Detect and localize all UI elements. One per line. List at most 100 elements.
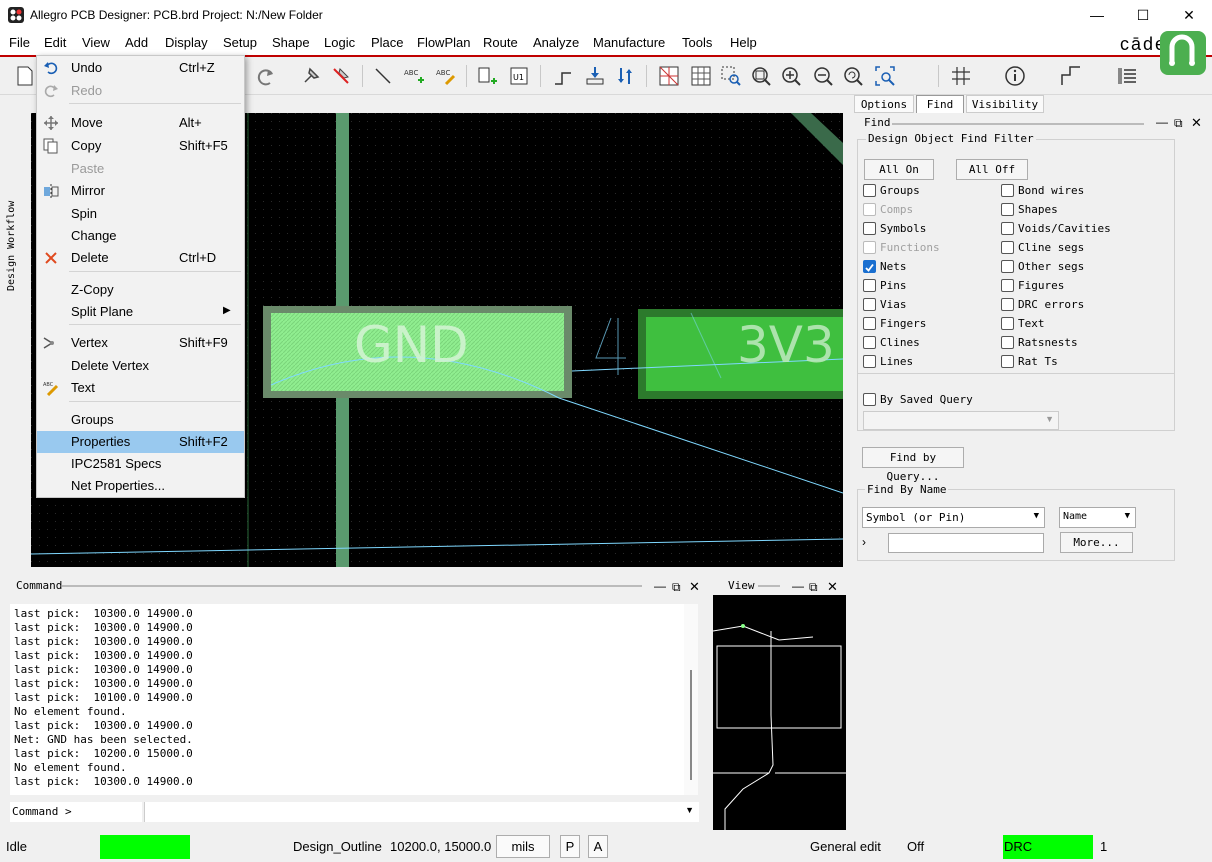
edit-menu-item-split-plane[interactable]: Split Plane ▶ bbox=[37, 301, 244, 323]
info-icon[interactable] bbox=[1002, 63, 1028, 89]
saved-query-checkbox[interactable] bbox=[863, 393, 876, 406]
panel-close-icon[interactable]: ✕ bbox=[827, 579, 838, 595]
menu-help[interactable]: Help bbox=[730, 35, 757, 50]
find-left-checkbox-fingers[interactable] bbox=[863, 317, 876, 330]
minimize-button[interactable]: — bbox=[1074, 0, 1120, 31]
command-input[interactable]: ▼ bbox=[144, 802, 699, 822]
menu-place[interactable]: Place bbox=[371, 35, 404, 50]
menu-display[interactable]: Display bbox=[165, 35, 208, 50]
unpin-icon[interactable] bbox=[328, 63, 354, 89]
edit-menu-item-vertex[interactable]: Vertex Shift+F9 bbox=[37, 332, 244, 354]
zoom-fit-icon[interactable] bbox=[748, 63, 774, 89]
saved-query-dropdown[interactable]: ▼ bbox=[863, 411, 1059, 430]
find-by-query-button[interactable]: Find by Query... bbox=[862, 447, 964, 483]
redo-toolbar-icon[interactable] bbox=[254, 63, 280, 89]
menu-analyze[interactable]: Analyze bbox=[533, 35, 579, 50]
find-left-checkbox-lines[interactable] bbox=[863, 355, 876, 368]
menu-logic[interactable]: Logic bbox=[324, 35, 355, 50]
drc-indicator[interactable]: DRC bbox=[1003, 835, 1093, 859]
menu-shape[interactable]: Shape bbox=[272, 35, 310, 50]
edit-menu-item-groups[interactable]: Groups bbox=[37, 409, 244, 431]
add-text-icon[interactable]: ABC bbox=[402, 63, 428, 89]
find-right-checkbox-rat-ts[interactable] bbox=[1001, 355, 1014, 368]
menu-tools[interactable]: Tools bbox=[682, 35, 712, 50]
place-component-icon[interactable] bbox=[474, 63, 500, 89]
add-connect-icon[interactable] bbox=[550, 63, 576, 89]
all-on-button[interactable]: All On bbox=[864, 159, 934, 180]
panel-minimize-icon[interactable]: — bbox=[792, 579, 804, 593]
edit-menu-item-undo[interactable]: Undo Ctrl+Z bbox=[37, 57, 244, 79]
edit-menu-item-delete-vertex[interactable]: Delete Vertex bbox=[37, 355, 244, 377]
world-view-map[interactable] bbox=[712, 595, 846, 830]
menu-route[interactable]: Route bbox=[483, 35, 518, 50]
zoom-in-icon[interactable] bbox=[778, 63, 804, 89]
edit-menu-item-ipc2581-specs[interactable]: IPC2581 Specs bbox=[37, 453, 244, 475]
close-button[interactable]: ✕ bbox=[1166, 0, 1212, 31]
tab-options[interactable]: Options bbox=[854, 95, 914, 113]
grid-toggle-icon[interactable] bbox=[948, 63, 974, 89]
zoom-out-icon[interactable] bbox=[810, 63, 836, 89]
name-input[interactable] bbox=[888, 533, 1044, 553]
command-scrollbar[interactable] bbox=[684, 604, 698, 795]
p-button[interactable]: P bbox=[560, 835, 580, 858]
edit-menu-item-text[interactable]: ABC Text bbox=[37, 377, 244, 399]
find-left-checkbox-pins[interactable] bbox=[863, 279, 876, 292]
find-right-checkbox-figures[interactable] bbox=[1001, 279, 1014, 292]
grid-net-icon[interactable] bbox=[688, 63, 714, 89]
tab-find[interactable]: Find bbox=[916, 95, 964, 113]
tab-visibility[interactable]: Visibility bbox=[966, 95, 1044, 113]
edit-menu-item-net-properties[interactable]: Net Properties... bbox=[37, 475, 244, 497]
menu-edit[interactable]: Edit bbox=[44, 35, 66, 50]
find-left-checkbox-vias[interactable] bbox=[863, 298, 876, 311]
find-right-checkbox-bond-wires[interactable] bbox=[1001, 184, 1014, 197]
menu-view[interactable]: View bbox=[82, 35, 110, 50]
edit-menu-item-delete[interactable]: Delete Ctrl+D bbox=[37, 247, 244, 269]
edit-menu-item-properties[interactable]: Properties Shift+F2 bbox=[37, 431, 244, 453]
edit-menu-item-mirror[interactable]: Mirror bbox=[37, 180, 244, 202]
find-left-checkbox-groups[interactable] bbox=[863, 184, 876, 197]
shape-outline-icon[interactable] bbox=[1058, 63, 1084, 89]
find-right-checkbox-cline-segs[interactable] bbox=[1001, 241, 1014, 254]
find-right-checkbox-drc-errors[interactable] bbox=[1001, 298, 1014, 311]
name-type-select[interactable]: Symbol (or Pin) ▼ bbox=[862, 507, 1045, 528]
panel-float-icon[interactable]: ⧉ bbox=[809, 580, 818, 595]
edit-text-icon[interactable]: ABC bbox=[434, 63, 460, 89]
new-file-icon[interactable] bbox=[12, 63, 38, 89]
find-left-checkbox-symbols[interactable] bbox=[863, 222, 876, 235]
edit-menu-item-change[interactable]: Change bbox=[37, 225, 244, 247]
edit-menu-item-spin[interactable]: Spin bbox=[37, 203, 244, 225]
zoom-selection-icon[interactable] bbox=[872, 63, 898, 89]
find-right-checkbox-ratsnests[interactable] bbox=[1001, 336, 1014, 349]
pin-icon[interactable] bbox=[298, 63, 324, 89]
maximize-button[interactable]: ☐ bbox=[1120, 0, 1166, 31]
layers-icon[interactable] bbox=[1114, 63, 1140, 89]
design-workflow-sidebar[interactable]: Design Workflow bbox=[0, 96, 30, 576]
menu-flowplan[interactable]: FlowPlan bbox=[417, 35, 470, 50]
edit-menu-item-copy[interactable]: Copy Shift+F5 bbox=[37, 135, 244, 157]
panel-float-icon[interactable]: ⧉ bbox=[1174, 116, 1183, 131]
zoom-window-icon[interactable] bbox=[718, 63, 744, 89]
component-u1-icon[interactable]: U1 bbox=[506, 63, 532, 89]
edit-menu-item-z-copy[interactable]: Z-Copy bbox=[37, 279, 244, 301]
menu-file[interactable]: File bbox=[9, 35, 30, 50]
import-icon[interactable] bbox=[582, 63, 608, 89]
units-button[interactable]: mils bbox=[496, 835, 550, 858]
menu-setup[interactable]: Setup bbox=[223, 35, 257, 50]
panel-minimize-icon[interactable]: — bbox=[654, 579, 666, 593]
find-left-checkbox-clines[interactable] bbox=[863, 336, 876, 349]
zoom-previous-icon[interactable] bbox=[840, 63, 866, 89]
find-left-checkbox-nets[interactable] bbox=[863, 260, 876, 273]
ratsnest-grid-icon[interactable] bbox=[656, 63, 682, 89]
panel-close-icon[interactable]: ✕ bbox=[689, 579, 700, 595]
find-right-checkbox-shapes[interactable] bbox=[1001, 203, 1014, 216]
all-off-button[interactable]: All Off bbox=[956, 159, 1028, 180]
status-subclass[interactable]: Design_Outline bbox=[293, 839, 382, 854]
find-right-checkbox-text[interactable] bbox=[1001, 317, 1014, 330]
a-button[interactable]: A bbox=[588, 835, 608, 858]
swap-icon[interactable] bbox=[612, 63, 638, 89]
panel-minimize-icon[interactable]: — bbox=[1156, 115, 1168, 129]
more-button[interactable]: More... bbox=[1060, 532, 1133, 553]
menu-manufacture[interactable]: Manufacture bbox=[593, 35, 665, 50]
panel-close-icon[interactable]: ✕ bbox=[1191, 115, 1202, 131]
edit-menu-item-move[interactable]: Move Alt+ bbox=[37, 112, 244, 134]
